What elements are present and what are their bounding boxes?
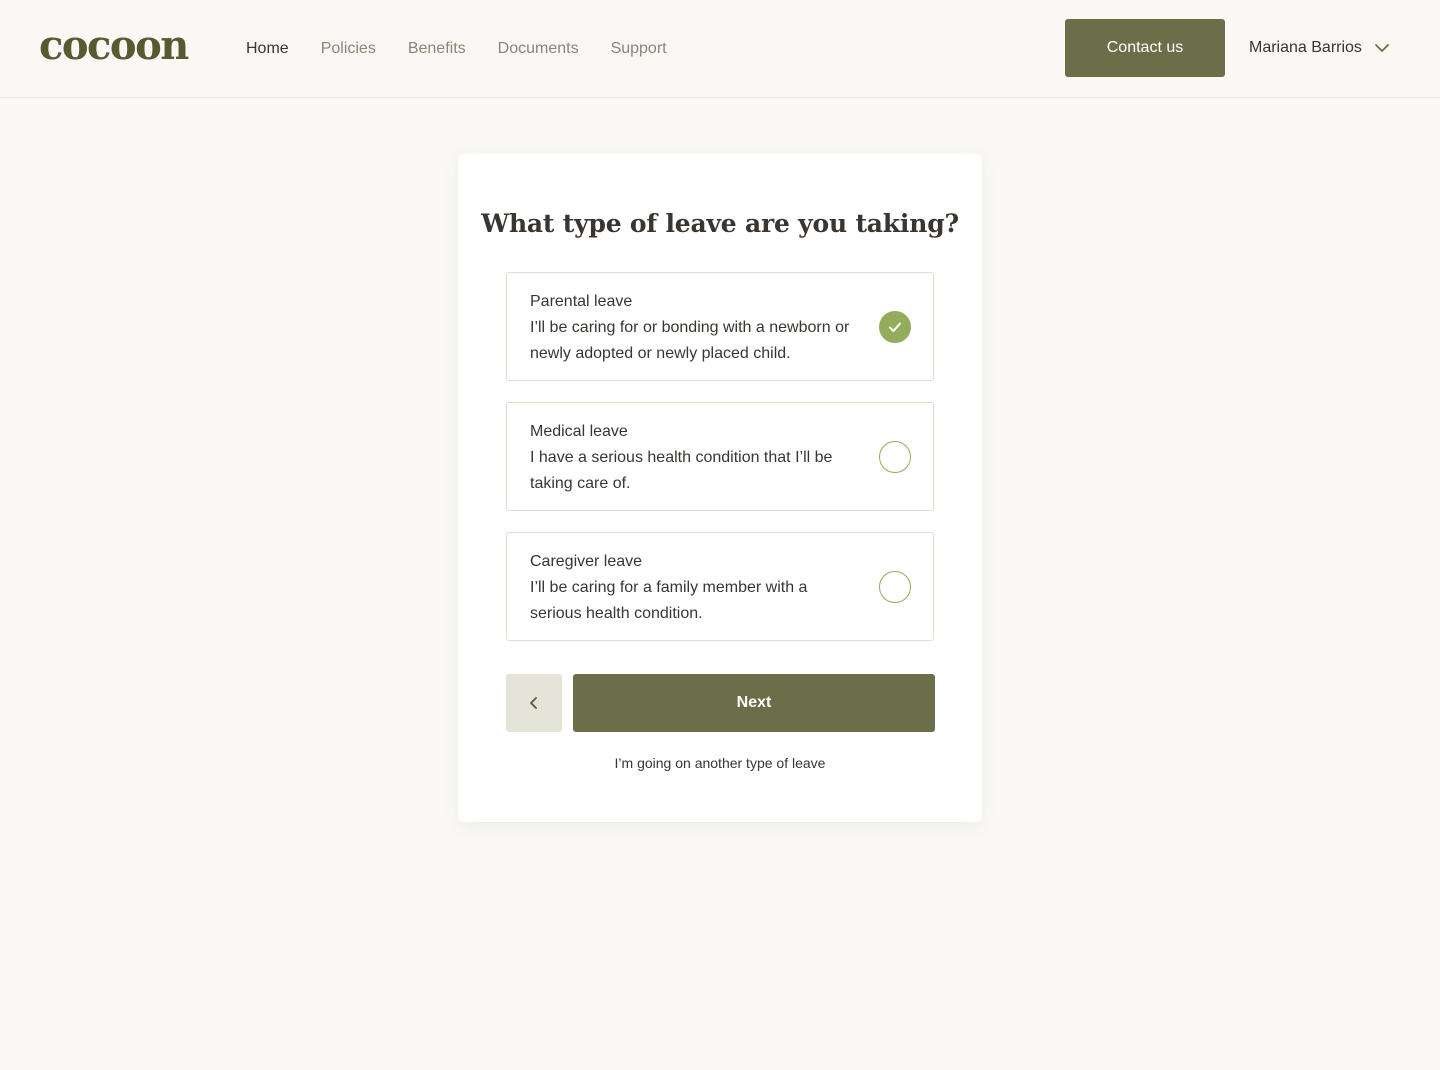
top-header: cocoon Home Policies Benefits Documents … bbox=[0, 0, 1440, 98]
contact-us-button[interactable]: Contact us bbox=[1065, 19, 1225, 77]
main-nav: Home Policies Benefits Documents Support bbox=[246, 38, 667, 60]
option-description: I’ll be caring for a family member with … bbox=[530, 579, 808, 622]
cocoon-logo[interactable]: cocoon bbox=[39, 22, 189, 70]
other-leave-link[interactable]: I’m going on another type of leave bbox=[0, 754, 1440, 772]
option-title: Parental leave bbox=[530, 293, 633, 310]
user-name: Mariana Barrios bbox=[1249, 39, 1362, 56]
option-description: I’ll be caring for or bonding with a new… bbox=[530, 319, 850, 362]
radio-unselected[interactable] bbox=[879, 441, 911, 473]
option-caregiver-leave[interactable]: Caregiver leave I’ll be caring for a fam… bbox=[506, 532, 934, 641]
nav-item-documents[interactable]: Documents bbox=[498, 38, 579, 60]
option-description: I have a serious health condition that I… bbox=[530, 449, 833, 492]
question-heading: What type of leave are you taking? bbox=[481, 209, 959, 238]
nav-item-benefits[interactable]: Benefits bbox=[408, 38, 466, 60]
back-button[interactable] bbox=[506, 674, 562, 732]
nav-item-support[interactable]: Support bbox=[611, 38, 667, 60]
nav-item-home[interactable]: Home bbox=[246, 38, 289, 60]
user-menu[interactable]: Mariana Barrios bbox=[1249, 36, 1390, 60]
next-button[interactable]: Next bbox=[573, 674, 935, 732]
option-parental-leave[interactable]: Parental leave I’ll be caring for or bon… bbox=[506, 272, 934, 381]
chevron-down-icon bbox=[1375, 44, 1389, 52]
check-icon bbox=[889, 322, 901, 332]
radio-unselected[interactable] bbox=[879, 571, 911, 603]
radio-selected[interactable] bbox=[879, 311, 911, 343]
option-medical-leave[interactable]: Medical leave I have a serious health co… bbox=[506, 402, 934, 511]
option-title: Medical leave bbox=[530, 423, 628, 440]
chevron-left-icon bbox=[530, 697, 537, 709]
nav-item-policies[interactable]: Policies bbox=[321, 38, 376, 60]
option-title: Caregiver leave bbox=[530, 553, 643, 570]
